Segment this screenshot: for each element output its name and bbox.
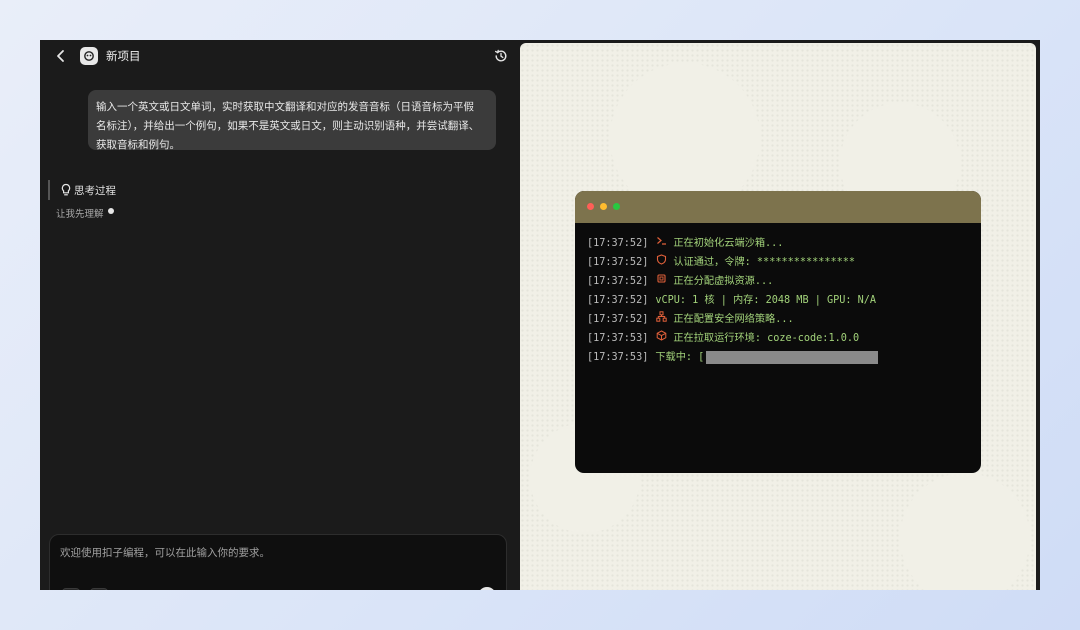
log-text: 正在分配虚拟资源... [673, 276, 774, 287]
prompt-icon [655, 234, 667, 253]
project-logo-icon [84, 51, 94, 61]
user-message-line: 输入一个英文或日文单词，实时获取中文翻译和对应的发音音标（日语音标为平假 [96, 101, 474, 113]
log-text: 正在拉取运行环境: coze-code:1.0.0 [673, 333, 860, 344]
log-timestamp: [17:37:52] [587, 238, 649, 249]
history-button[interactable] [492, 47, 510, 65]
project-title: 新项目 [106, 49, 141, 63]
top-bar: 新项目 [40, 40, 520, 72]
prompt-placeholder: 欢迎使用扣子编程，可以在此输入你的要求。 [60, 547, 270, 559]
history-icon [494, 49, 507, 62]
attach-button[interactable] [62, 588, 80, 590]
log-line: [17:37:53] 正在拉取运行环境: coze-code:1.0.0 [587, 329, 859, 348]
package-icon [655, 329, 667, 348]
thinking-status: 让我先理解 [56, 209, 104, 220]
log-text: 下载中: [ [655, 352, 705, 363]
project-avatar [80, 47, 98, 65]
log-line: [17:37:52] 认证通过，令牌: **************** [587, 253, 855, 272]
log-line: [17:37:52] 正在配置安全网络策略... [587, 310, 794, 329]
shield-icon [655, 253, 667, 272]
log-text: 认证通过，令牌: **************** [673, 257, 856, 268]
send-button[interactable] [478, 587, 496, 590]
log-text: vCPU: 1 核 | 内存: 2048 MB | GPU: N/A [655, 295, 877, 306]
thinking-indicator-dot [108, 208, 114, 214]
background-pattern [900, 473, 1030, 590]
minimize-dot[interactable] [600, 203, 607, 210]
terminal-title-bar [575, 191, 981, 223]
tool-button[interactable] [90, 588, 108, 590]
chevron-left-icon [57, 50, 64, 62]
prompt-input[interactable]: 欢迎使用扣子编程，可以在此输入你的要求。 [49, 534, 507, 590]
back-button[interactable] [52, 47, 70, 65]
app-window: 新项目 输入一个英文或日文单词，实时获取中文翻译和对应的发音音标（日语音标为平假… [40, 40, 1040, 590]
network-icon [655, 310, 667, 329]
close-dot[interactable] [587, 203, 594, 210]
log-line: [17:37:52] 正在初始化云端沙箱... [587, 234, 783, 253]
log-timestamp: [17:37:52] [587, 276, 649, 287]
chip-icon [655, 272, 667, 291]
log-timestamp: [17:37:53] [587, 333, 649, 344]
preview-panel: [17:37:52] 正在初始化云端沙箱... [17:37:52] 认证通过，令牌… [520, 43, 1036, 590]
thinking-toggle[interactable] [48, 180, 58, 200]
user-message-line: 名标注），并给出一个例句，如果不是英文或日文，则主动识别语种，并尝试翻译、 [96, 120, 480, 132]
lightbulb-icon [61, 183, 71, 196]
terminal-window: [17:37:52] 正在初始化云端沙箱... [17:37:52] 认证通过，令牌… [575, 191, 981, 473]
user-message-line: 获取音标和例句。 [96, 139, 180, 151]
log-timestamp: [17:37:52] [587, 295, 649, 306]
thinking-label: 思考过程 [74, 185, 116, 197]
log-line: [17:37:53] 下载中: [ [587, 348, 879, 367]
log-line: [17:37:52] 正在分配虚拟资源... [587, 272, 773, 291]
chat-panel: 新项目 输入一个英文或日文单词，实时获取中文翻译和对应的发音音标（日语音标为平假… [40, 40, 520, 590]
log-text: 正在配置安全网络策略... [673, 314, 794, 325]
log-timestamp: [17:37:52] [587, 257, 649, 268]
maximize-dot[interactable] [613, 203, 620, 210]
log-text: 正在初始化云端沙箱... [673, 238, 784, 249]
log-timestamp: [17:37:52] [587, 314, 649, 325]
log-timestamp: [17:37:53] [587, 352, 649, 363]
download-progress-bar [706, 350, 879, 364]
log-line: [17:37:52] vCPU: 1 核 | 内存: 2048 MB | GPU:… [587, 291, 876, 310]
user-message-bubble: 输入一个英文或日文单词，实时获取中文翻译和对应的发音音标（日语音标为平假 名标注… [88, 90, 496, 151]
